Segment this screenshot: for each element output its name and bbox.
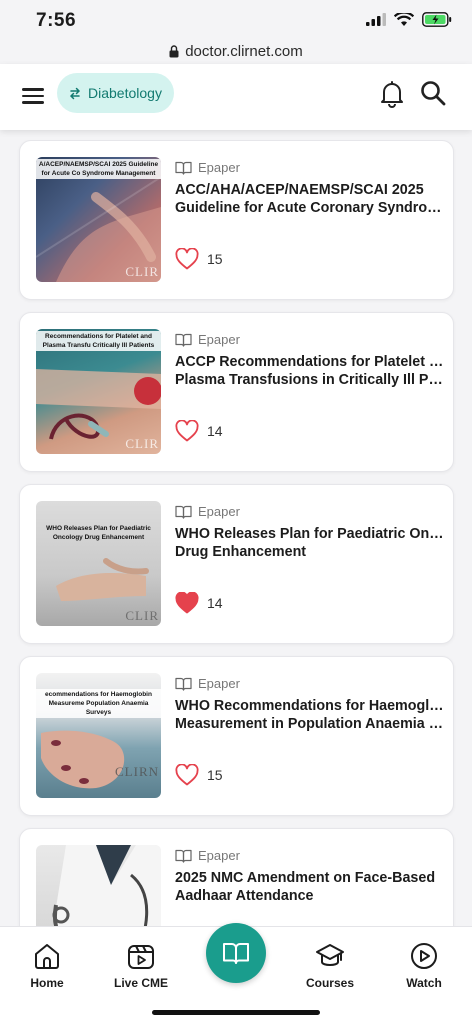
status-icons (366, 12, 452, 27)
heart-icon (175, 592, 199, 614)
book-open-icon (175, 161, 192, 175)
nav-home[interactable]: Home (12, 941, 82, 990)
card-title[interactable]: WHO Recommendations for Haemoglobin Meas… (175, 697, 447, 733)
nav-courses-label: Courses (305, 976, 355, 990)
like-button[interactable]: 15 (175, 248, 223, 270)
card-thumbnail: Recommendations for Platelet and Plasma … (36, 329, 161, 454)
feed-card[interactable]: WHO Releases Plan for Paediatric Oncolog… (19, 484, 454, 644)
book-open-icon (175, 677, 192, 691)
card-title-line: Aadhaar Attendance (175, 888, 314, 904)
hamburger-line (22, 101, 44, 104)
like-button[interactable]: 15 (175, 764, 223, 786)
menu-button[interactable] (22, 84, 48, 108)
card-category: Epaper (175, 160, 240, 175)
category-label: Epaper (198, 332, 240, 347)
category-label: Epaper (198, 848, 240, 863)
like-count: 15 (207, 767, 223, 783)
book-open-icon (223, 943, 249, 964)
feed-card[interactable]: ecommendations for Haemoglobin Measureme… (19, 656, 454, 816)
nav-watch[interactable]: Watch (389, 941, 459, 990)
specialty-label: Diabetology (88, 85, 162, 101)
thumbnail-watermark: CLIRN (115, 764, 159, 779)
live-cme-icon (128, 945, 154, 969)
hamburger-menu-icon (22, 88, 44, 91)
hamburger-line (22, 94, 44, 97)
like-button[interactable]: 14 (175, 420, 223, 442)
card-thumbnail: ecommendations for Haemoglobin Measureme… (36, 673, 161, 798)
book-open-icon (175, 505, 192, 519)
card-title[interactable]: ACC/AHA/ACEP/NAEMSP/SCAI 2025 Guideline … (175, 181, 447, 217)
heart-icon (175, 420, 199, 442)
card-title-line: Measurement in Population Anaemia Surv..… (175, 716, 447, 732)
card-thumbnail: A/ACEP/NAEMSP/SCAI 2025 Guideline for Ac… (36, 157, 161, 282)
card-category: Epaper (175, 676, 240, 691)
play-circle-icon (411, 943, 437, 969)
book-open-icon (175, 849, 192, 863)
status-bar: 7:56 (0, 0, 472, 40)
feed-card[interactable]: Recommendations for Platelet and Plasma … (19, 312, 454, 472)
feed-card[interactable]: A/ACEP/NAEMSP/SCAI 2025 Guideline for Ac… (19, 140, 454, 300)
card-thumbnail (36, 845, 161, 926)
card-title-line: 2025 NMC Amendment on Face-Based (175, 870, 436, 886)
thumbnail-image (52, 845, 161, 926)
card-title-line: WHO Recommendations for Haemoglobin (175, 698, 447, 714)
nav-home-label: Home (30, 976, 64, 990)
home-indicator (152, 1010, 320, 1015)
lock-icon (169, 44, 179, 57)
card-title[interactable]: WHO Releases Plan for Paediatric Oncolog… (175, 525, 447, 561)
card-title-line: WHO Releases Plan for Paediatric Oncolog… (175, 526, 447, 542)
category-label: Epaper (198, 676, 240, 691)
card-title-line: Plasma Transfusions in Critically Ill Pa… (175, 372, 447, 388)
card-title-line: ACC/AHA/ACEP/NAEMSP/SCAI 2025 (175, 182, 424, 198)
category-label: Epaper (198, 160, 240, 175)
thumbnail-caption: ecommendations for Haemoglobin Measureme… (36, 689, 161, 718)
bell-icon[interactable] (380, 80, 404, 108)
card-category: Epaper (175, 848, 240, 863)
book-open-icon (175, 333, 192, 347)
card-title-line: Drug Enhancement (175, 544, 307, 560)
url-text: doctor.clirnet.com (185, 42, 303, 60)
wifi-icon (394, 12, 414, 26)
thumbnail-caption: Recommendations for Platelet and Plasma … (36, 331, 161, 351)
card-category: Epaper (175, 504, 240, 519)
thumbnail-caption: WHO Releases Plan for Paediatric Oncolog… (46, 525, 151, 541)
browser-url-bar[interactable]: doctor.clirnet.com (0, 38, 472, 64)
like-count: 14 (207, 423, 223, 439)
like-count: 15 (207, 251, 223, 267)
app-header: Diabetology (0, 64, 472, 130)
search-icon[interactable] (420, 80, 446, 106)
graduation-cap-icon (316, 944, 344, 966)
card-title-line: Guideline for Acute Coronary Syndrome M.… (175, 200, 447, 216)
thumbnail-watermark: CLIR (125, 436, 159, 451)
card-title-line: ACCP Recommendations for Platelet and (175, 354, 447, 370)
specialty-switcher[interactable]: Diabetology (57, 73, 174, 113)
like-button[interactable]: 14 (175, 592, 223, 614)
card-title[interactable]: 2025 NMC Amendment on Face-Based Aadhaar… (175, 869, 447, 905)
signal-icon (366, 13, 386, 26)
swap-arrows-icon (69, 87, 81, 99)
epaper-fab-button[interactable] (206, 923, 266, 983)
heart-icon (175, 248, 199, 270)
nav-courses[interactable]: Courses (295, 941, 365, 990)
battery-icon (422, 12, 452, 27)
status-time: 7:56 (36, 10, 77, 31)
card-title[interactable]: ACCP Recommendations for Platelet and Pl… (175, 353, 447, 389)
feed-list: A/ACEP/NAEMSP/SCAI 2025 Guideline for Ac… (0, 140, 472, 926)
thumbnail-watermark: CLIR (125, 264, 159, 279)
like-count: 14 (207, 595, 223, 611)
heart-icon (175, 764, 199, 786)
nav-live-cme-label: Live CME (113, 976, 168, 990)
nav-watch-label: Watch (406, 976, 442, 990)
feed-card[interactable]: Epaper 2025 NMC Amendment on Face-Based … (19, 828, 454, 926)
nav-live-cme[interactable]: Live CME (106, 941, 176, 990)
category-label: Epaper (198, 504, 240, 519)
bottom-navigation: Home Live CME Courses Watch (0, 923, 472, 1025)
home-icon (35, 943, 59, 969)
thumbnail-caption: A/ACEP/NAEMSP/SCAI 2025 Guideline for Ac… (36, 159, 161, 179)
thumbnail-watermark: CLIR (125, 608, 159, 623)
card-thumbnail: WHO Releases Plan for Paediatric Oncolog… (36, 501, 161, 626)
card-category: Epaper (175, 332, 240, 347)
